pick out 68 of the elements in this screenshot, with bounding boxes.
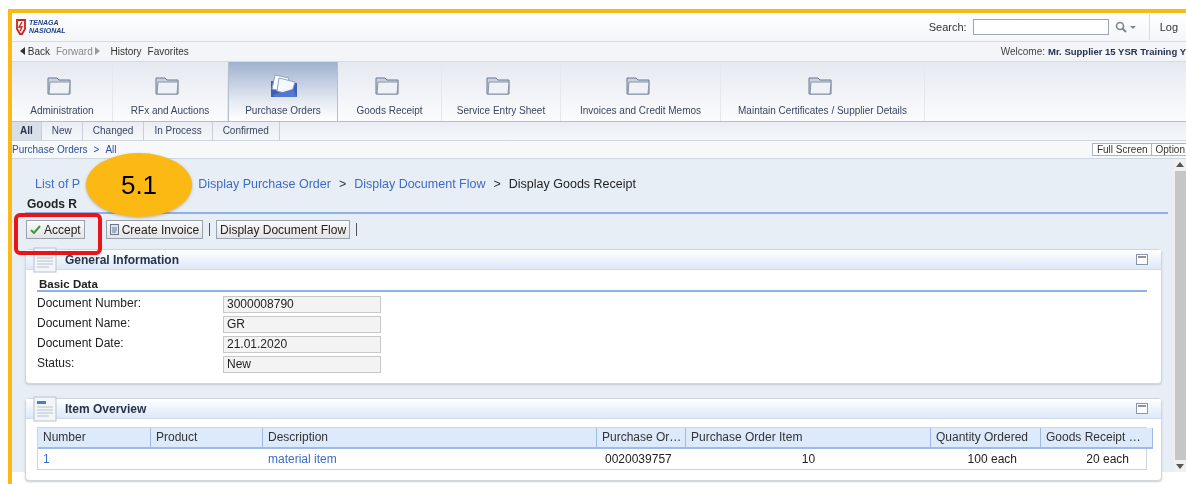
- nav-tab[interactable]: Maintain Certificates / Supplier Details: [721, 62, 925, 121]
- toolbar-button[interactable]: Display Document Flow: [216, 220, 351, 239]
- path-separator: >: [93, 144, 100, 155]
- scrollbar[interactable]: [1174, 159, 1186, 472]
- column-header[interactable]: Purchase Or…: [597, 428, 686, 449]
- path-link[interactable]: All: [105, 144, 117, 155]
- column-header[interactable]: Goods Receipt …: [1041, 428, 1153, 449]
- sub-tab[interactable]: New: [41, 122, 83, 140]
- read-only-field: 3000008790: [223, 296, 381, 313]
- read-only-field: GR: [223, 316, 381, 333]
- read-only-field: 21.01.2020: [223, 336, 381, 353]
- logoff-link[interactable]: Log: [1148, 14, 1186, 40]
- panel-title: Item Overview: [65, 401, 147, 416]
- sub-tab[interactable]: Confirmed: [212, 122, 280, 140]
- checkmark-icon: [30, 225, 41, 234]
- table-cell-text: 20 each: [1085, 451, 1130, 468]
- right-triangle-icon: [95, 47, 101, 55]
- breadcrumb-link[interactable]: Display Document Flow: [354, 177, 486, 191]
- path-link[interactable]: Purchase Orders: [12, 144, 88, 155]
- table-cell-text: 10: [800, 451, 817, 468]
- search-label: Search:: [928, 21, 967, 33]
- breadcrumb-link[interactable]: Display Purchase Order: [198, 177, 331, 191]
- panel-title: General Information: [65, 252, 180, 267]
- minimize-icon: [1136, 254, 1148, 265]
- header-button[interactable]: Full Screen: [1091, 143, 1153, 156]
- nav-tab[interactable]: Invoices and Credit Memos: [561, 62, 721, 121]
- table-cell-text: 100 each: [966, 451, 1018, 468]
- breadcrumb-link[interactable]: List of P: [35, 177, 81, 191]
- field-label: Document Number:: [37, 296, 143, 312]
- favorites-link[interactable]: Favorites: [147, 46, 189, 57]
- left-triangle-icon: [20, 47, 25, 55]
- document-icon: [109, 224, 119, 235]
- column-header[interactable]: Description: [263, 428, 597, 449]
- toolbar-button[interactable]: Create Invoice: [105, 220, 204, 239]
- column-header[interactable]: Purchase Order Item: [686, 428, 931, 449]
- nav-tab[interactable]: Goods Receipt: [338, 62, 442, 121]
- toolbar-button[interactable]: Accept: [26, 220, 85, 239]
- search-icon: [1114, 21, 1137, 33]
- search-field[interactable]: [972, 19, 1109, 35]
- up-arrow-icon: [1176, 162, 1184, 167]
- sub-tab[interactable]: All: [12, 122, 42, 140]
- section-title: Basic Data: [37, 278, 1147, 292]
- bolt-icon: [15, 19, 27, 35]
- breadcrumb-separator: >: [338, 177, 347, 191]
- table-link[interactable]: material item: [263, 449, 597, 469]
- field-label: Document Name:: [37, 316, 132, 332]
- table-cell-text: 0020039757: [604, 451, 673, 468]
- breadcrumb-separator: >: [493, 177, 501, 191]
- back-link[interactable]: Back: [20, 46, 50, 57]
- nav-tab[interactable]: Administration: [12, 62, 113, 121]
- nav-tab[interactable]: Purchase Orders: [228, 62, 338, 121]
- table-link[interactable]: 1: [38, 449, 151, 469]
- column-header[interactable]: Quantity Ordered: [931, 428, 1041, 449]
- nav-tab[interactable]: Service Entry Sheet: [442, 62, 561, 121]
- sub-tab[interactable]: In Process: [144, 122, 213, 140]
- column-header[interactable]: Product: [151, 428, 263, 449]
- field-label: Status:: [37, 356, 76, 372]
- header-button[interactable]: Option: [1150, 143, 1186, 156]
- field-label: Document Date:: [37, 336, 125, 352]
- welcome-label: Welcome:: [1000, 46, 1046, 57]
- history-link[interactable]: History: [110, 46, 142, 57]
- column-header[interactable]: Number: [38, 428, 151, 449]
- breadcrumb-current: Display Goods Receipt: [508, 177, 636, 191]
- user-name: Mr. Supplier 15 YSR Training Y: [1048, 46, 1186, 57]
- read-only-field: New: [223, 356, 381, 373]
- sub-tab[interactable]: Changed: [82, 122, 145, 140]
- down-arrow-icon: [1176, 464, 1184, 469]
- minimize-icon: [1136, 403, 1148, 414]
